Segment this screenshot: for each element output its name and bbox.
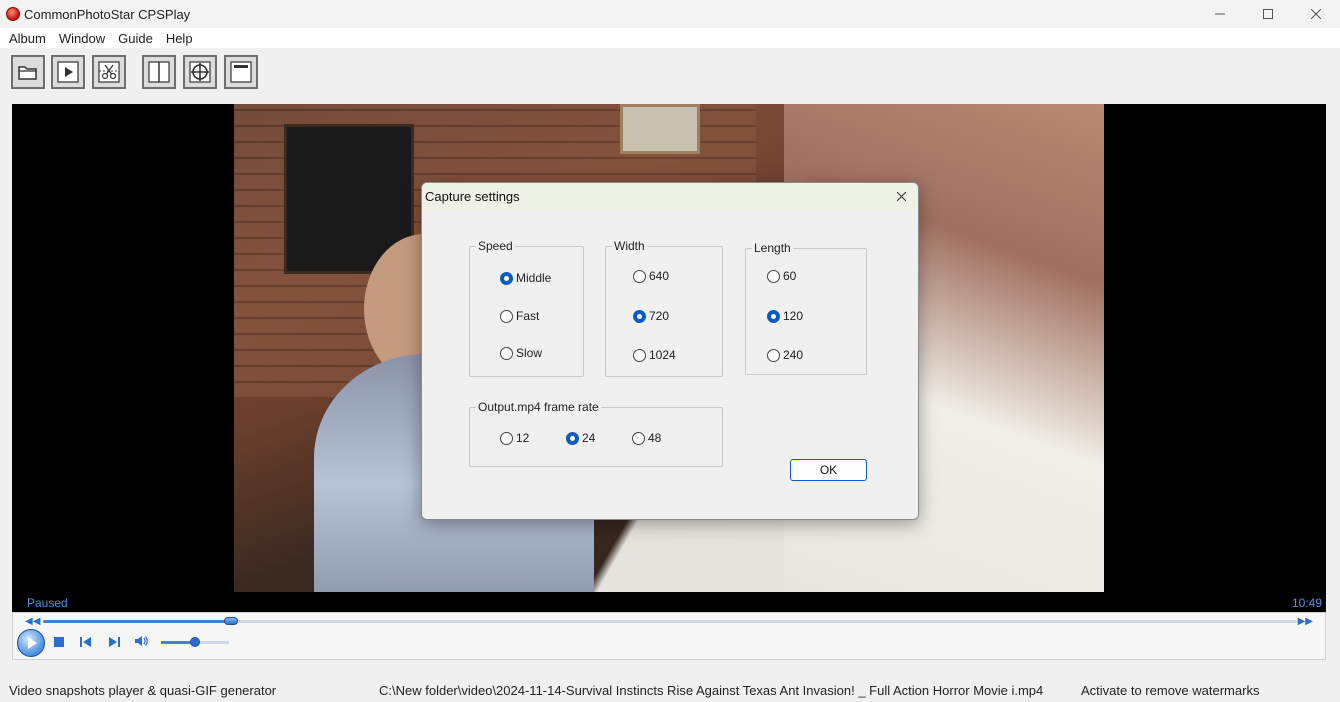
volume-button[interactable]: [134, 634, 148, 648]
volume-slider[interactable]: [161, 637, 229, 647]
radio-icon: [767, 348, 780, 362]
radio-icon: [633, 269, 646, 283]
width-option-1024[interactable]: 1024: [633, 348, 676, 362]
seek-thumb[interactable]: [224, 617, 239, 625]
menu-bar: Album Window Guide Help: [0, 28, 1340, 48]
fullscreen-icon: [230, 61, 252, 83]
activate-link[interactable]: Activate to remove watermarks: [1081, 683, 1259, 698]
stop-button[interactable]: [54, 637, 64, 647]
close-window-button[interactable]: [1292, 0, 1340, 28]
toolbar: [0, 48, 1340, 98]
volume-thumb[interactable]: [190, 637, 200, 647]
speed-option-slow[interactable]: Slow: [500, 346, 542, 360]
cut-button[interactable]: [92, 55, 126, 89]
framerate-option-24[interactable]: 24: [566, 431, 595, 445]
speaker-icon: [135, 636, 148, 646]
open-folder-icon: [18, 66, 37, 80]
width-option-640[interactable]: 640: [633, 269, 669, 283]
split-view-icon: [148, 61, 170, 83]
title-bar: CommonPhotoStar CPSPlay: [0, 0, 1340, 28]
radio-selected-icon: [500, 271, 513, 285]
radio-icon: [500, 431, 513, 445]
split-view-button[interactable]: [142, 55, 176, 89]
play-icon: [57, 61, 79, 83]
close-icon: [896, 191, 906, 201]
menu-album[interactable]: Album: [4, 31, 51, 46]
width-group: Width 640 720 1024: [605, 239, 723, 377]
cut-icon: [98, 61, 120, 83]
speed-group: Speed Middle Fast Slow: [469, 239, 584, 377]
framerate-option-48[interactable]: 48: [632, 431, 661, 445]
radio-icon: [633, 348, 646, 362]
length-option-240[interactable]: 240: [767, 348, 803, 362]
maximize-button[interactable]: [1244, 0, 1292, 28]
next-button[interactable]: [107, 635, 121, 649]
app-window: CommonPhotoStar CPSPlay Album Window Gui…: [0, 0, 1340, 702]
speed-option-middle[interactable]: Middle: [500, 271, 551, 285]
length-group: Length 60 120 240: [745, 241, 867, 375]
play-toolbar-button[interactable]: [51, 55, 85, 89]
menu-guide[interactable]: Guide: [113, 31, 158, 46]
radio-selected-icon: [633, 309, 646, 323]
radio-selected-icon: [566, 431, 579, 445]
framerate-option-12[interactable]: 12: [500, 431, 529, 445]
app-logo-icon: [6, 7, 20, 21]
status-file-path: C:\New folder\video\2024-11-14-Survival …: [379, 683, 1044, 698]
speed-label: Speed: [476, 239, 515, 253]
width-option-720[interactable]: 720: [633, 309, 669, 323]
seek-fill: [43, 620, 232, 623]
width-label: Width: [612, 239, 647, 253]
window-title: CommonPhotoStar CPSPlay: [24, 6, 191, 22]
dialog-close-button[interactable]: [893, 188, 909, 204]
window-controls: [1196, 0, 1340, 28]
status-description: Video snapshots player & quasi-GIF gener…: [9, 683, 277, 698]
minimize-button[interactable]: [1196, 0, 1244, 28]
menu-window[interactable]: Window: [54, 31, 110, 46]
playback-status: Paused: [27, 596, 68, 610]
maximize-icon: [1263, 9, 1273, 19]
seek-bar[interactable]: [43, 617, 1297, 625]
previous-button[interactable]: [79, 635, 93, 649]
play-button[interactable]: [17, 629, 45, 657]
playback-time: 10:49: [1291, 596, 1322, 610]
framerate-group: Output.mp4 frame rate 12 24 48: [469, 400, 723, 467]
close-icon: [1311, 9, 1321, 19]
status-bar: Video snapshots player & quasi-GIF gener…: [0, 680, 1340, 702]
length-label: Length: [752, 241, 793, 255]
target-icon: [189, 61, 211, 83]
radio-icon: [500, 309, 513, 323]
radio-selected-icon: [767, 309, 780, 323]
open-folder-button[interactable]: [11, 55, 45, 89]
dialog-title: Capture settings: [425, 189, 520, 204]
ok-button[interactable]: OK: [790, 459, 867, 481]
rewind-icon[interactable]: ◀◀: [25, 616, 40, 627]
framerate-label: Output.mp4 frame rate: [476, 400, 601, 414]
minimize-icon: [1215, 13, 1225, 15]
fullscreen-button[interactable]: [224, 55, 258, 89]
player-controls: ◀◀ ▶▶: [12, 612, 1326, 660]
radio-icon: [500, 346, 513, 360]
radio-icon: [767, 269, 780, 283]
length-option-60[interactable]: 60: [767, 269, 796, 283]
fast-forward-icon[interactable]: ▶▶: [1298, 616, 1313, 627]
speed-option-fast[interactable]: Fast: [500, 309, 539, 323]
menu-help[interactable]: Help: [161, 31, 198, 46]
skip-previous-icon: [80, 637, 91, 647]
skip-next-icon: [109, 637, 120, 647]
radio-icon: [632, 431, 645, 445]
target-button[interactable]: [183, 55, 217, 89]
dialog-title-bar: Capture settings: [422, 183, 918, 210]
length-option-120[interactable]: 120: [767, 309, 803, 323]
capture-settings-dialog: Capture settings Speed Middle Fast Slow …: [421, 182, 919, 520]
